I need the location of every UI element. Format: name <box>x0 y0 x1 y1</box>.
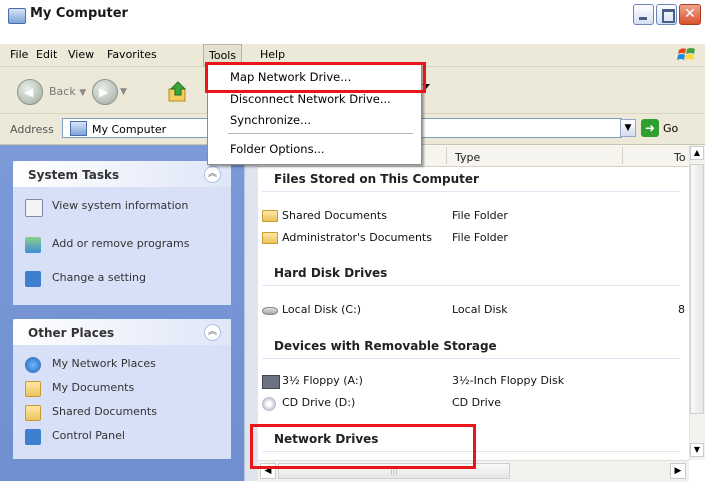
up-folder-icon[interactable] <box>168 80 188 102</box>
scroll-right-icon[interactable]: ▶ <box>670 463 686 479</box>
add-remove-icon <box>25 237 41 253</box>
network-places-icon <box>25 357 41 373</box>
column-divider[interactable] <box>446 147 447 164</box>
window-title: My Computer <box>30 6 128 21</box>
address-dropdown-icon[interactable]: ▼ <box>620 119 636 137</box>
group-removable-storage: Devices with Removable Storage <box>274 339 497 353</box>
back-dropdown-icon: ▼ <box>79 88 87 98</box>
column-total-size[interactable]: To <box>674 151 686 164</box>
close-button[interactable]: ✕ <box>679 4 701 25</box>
place-label: My Documents <box>52 381 135 394</box>
back-arrow-icon: ◀ <box>24 85 34 99</box>
back-label[interactable]: Back ▼ <box>49 85 86 98</box>
menu-view[interactable]: View <box>63 44 99 66</box>
item-name: 3½ Floppy (A:) <box>282 374 363 387</box>
item-name: Shared Documents <box>282 209 387 222</box>
control-panel-icon <box>25 271 41 287</box>
collapse-chevron-icon[interactable]: ︽ <box>204 324 221 341</box>
task-label: View system information <box>52 199 189 212</box>
cd-drive-icon <box>262 397 276 411</box>
forward-button[interactable]: ▶ <box>92 79 118 105</box>
windows-logo-icon <box>677 48 695 60</box>
system-info-icon <box>25 199 43 217</box>
hard-disk-icon <box>262 307 278 315</box>
close-icon: ✕ <box>684 6 696 22</box>
floppy-drive-icon <box>262 375 280 389</box>
item-type: Local Disk <box>452 303 508 316</box>
place-label: Shared Documents <box>52 405 157 418</box>
menu-favorites[interactable]: Favorites <box>102 44 162 66</box>
item-type: 3½-Inch Floppy Disk <box>452 374 565 387</box>
minimize-button[interactable] <box>633 4 654 25</box>
other-places-header[interactable]: Other Places ︽ <box>13 319 231 345</box>
vertical-scroll-thumb[interactable] <box>690 164 704 414</box>
item-type: File Folder <box>452 231 508 244</box>
group-files-stored: Files Stored on This Computer <box>274 172 479 186</box>
my-documents-icon <box>25 381 41 397</box>
item-total-size: 8 <box>678 303 685 316</box>
menu-item-disconnect-network-drive[interactable]: Disconnect Network Drive... <box>230 92 391 106</box>
group-hard-disk-drives: Hard Disk Drives <box>274 266 388 280</box>
item-type: File Folder <box>452 209 508 222</box>
item-name: CD Drive (D:) <box>282 396 356 409</box>
highlight-box-network-drives <box>250 424 476 469</box>
panel-title: System Tasks <box>28 168 120 182</box>
place-label: Control Panel <box>52 429 125 442</box>
group-divider <box>262 191 680 192</box>
menu-separator <box>228 133 413 134</box>
folder-icon <box>262 232 278 244</box>
back-text: Back <box>49 85 76 98</box>
item-type: CD Drive <box>452 396 501 409</box>
scroll-up-icon[interactable]: ▲ <box>690 146 704 160</box>
forward-dropdown-icon[interactable]: ▼ <box>120 87 127 97</box>
column-type[interactable]: Type <box>455 151 480 164</box>
system-tasks-panel: System Tasks ︽ View system information A… <box>13 161 231 305</box>
forward-arrow-icon: ▶ <box>99 85 109 99</box>
back-button[interactable]: ◀ <box>17 79 43 105</box>
scroll-down-icon[interactable]: ▼ <box>690 443 704 457</box>
control-panel-icon <box>25 429 41 445</box>
collapse-chevron-icon[interactable]: ︽ <box>204 166 221 183</box>
my-computer-icon <box>8 8 26 24</box>
task-label: Add or remove programs <box>52 237 190 250</box>
task-pane: System Tasks ︽ View system information A… <box>0 145 244 481</box>
address-value[interactable]: My Computer <box>92 123 166 136</box>
task-label: Change a setting <box>52 271 146 284</box>
group-divider <box>262 285 680 286</box>
title-bar: My Computer ✕ <box>0 0 705 32</box>
maximize-button[interactable] <box>656 4 677 25</box>
go-arrow-icon[interactable]: ➜ <box>641 119 659 137</box>
highlight-box-map-network-drive <box>205 62 426 93</box>
menu-file[interactable]: File <box>5 44 33 66</box>
go-button[interactable]: Go <box>663 122 678 135</box>
item-name: Local Disk (C:) <box>282 303 362 316</box>
item-name: Administrator's Documents <box>282 231 432 244</box>
menu-edit[interactable]: Edit <box>31 44 62 66</box>
menu-item-synchronize[interactable]: Synchronize... <box>230 113 311 127</box>
panel-title: Other Places <box>28 326 115 340</box>
folder-icon <box>262 210 278 222</box>
group-divider <box>262 358 680 359</box>
place-label: My Network Places <box>52 357 156 370</box>
other-places-panel: Other Places ︽ My Network Places My Docu… <box>13 319 231 459</box>
system-tasks-header[interactable]: System Tasks ︽ <box>13 161 231 187</box>
menu-item-folder-options[interactable]: Folder Options... <box>230 142 325 156</box>
address-label: Address <box>10 123 54 136</box>
my-computer-icon <box>70 121 87 136</box>
folder-icon <box>25 405 41 421</box>
column-divider[interactable] <box>622 147 623 164</box>
